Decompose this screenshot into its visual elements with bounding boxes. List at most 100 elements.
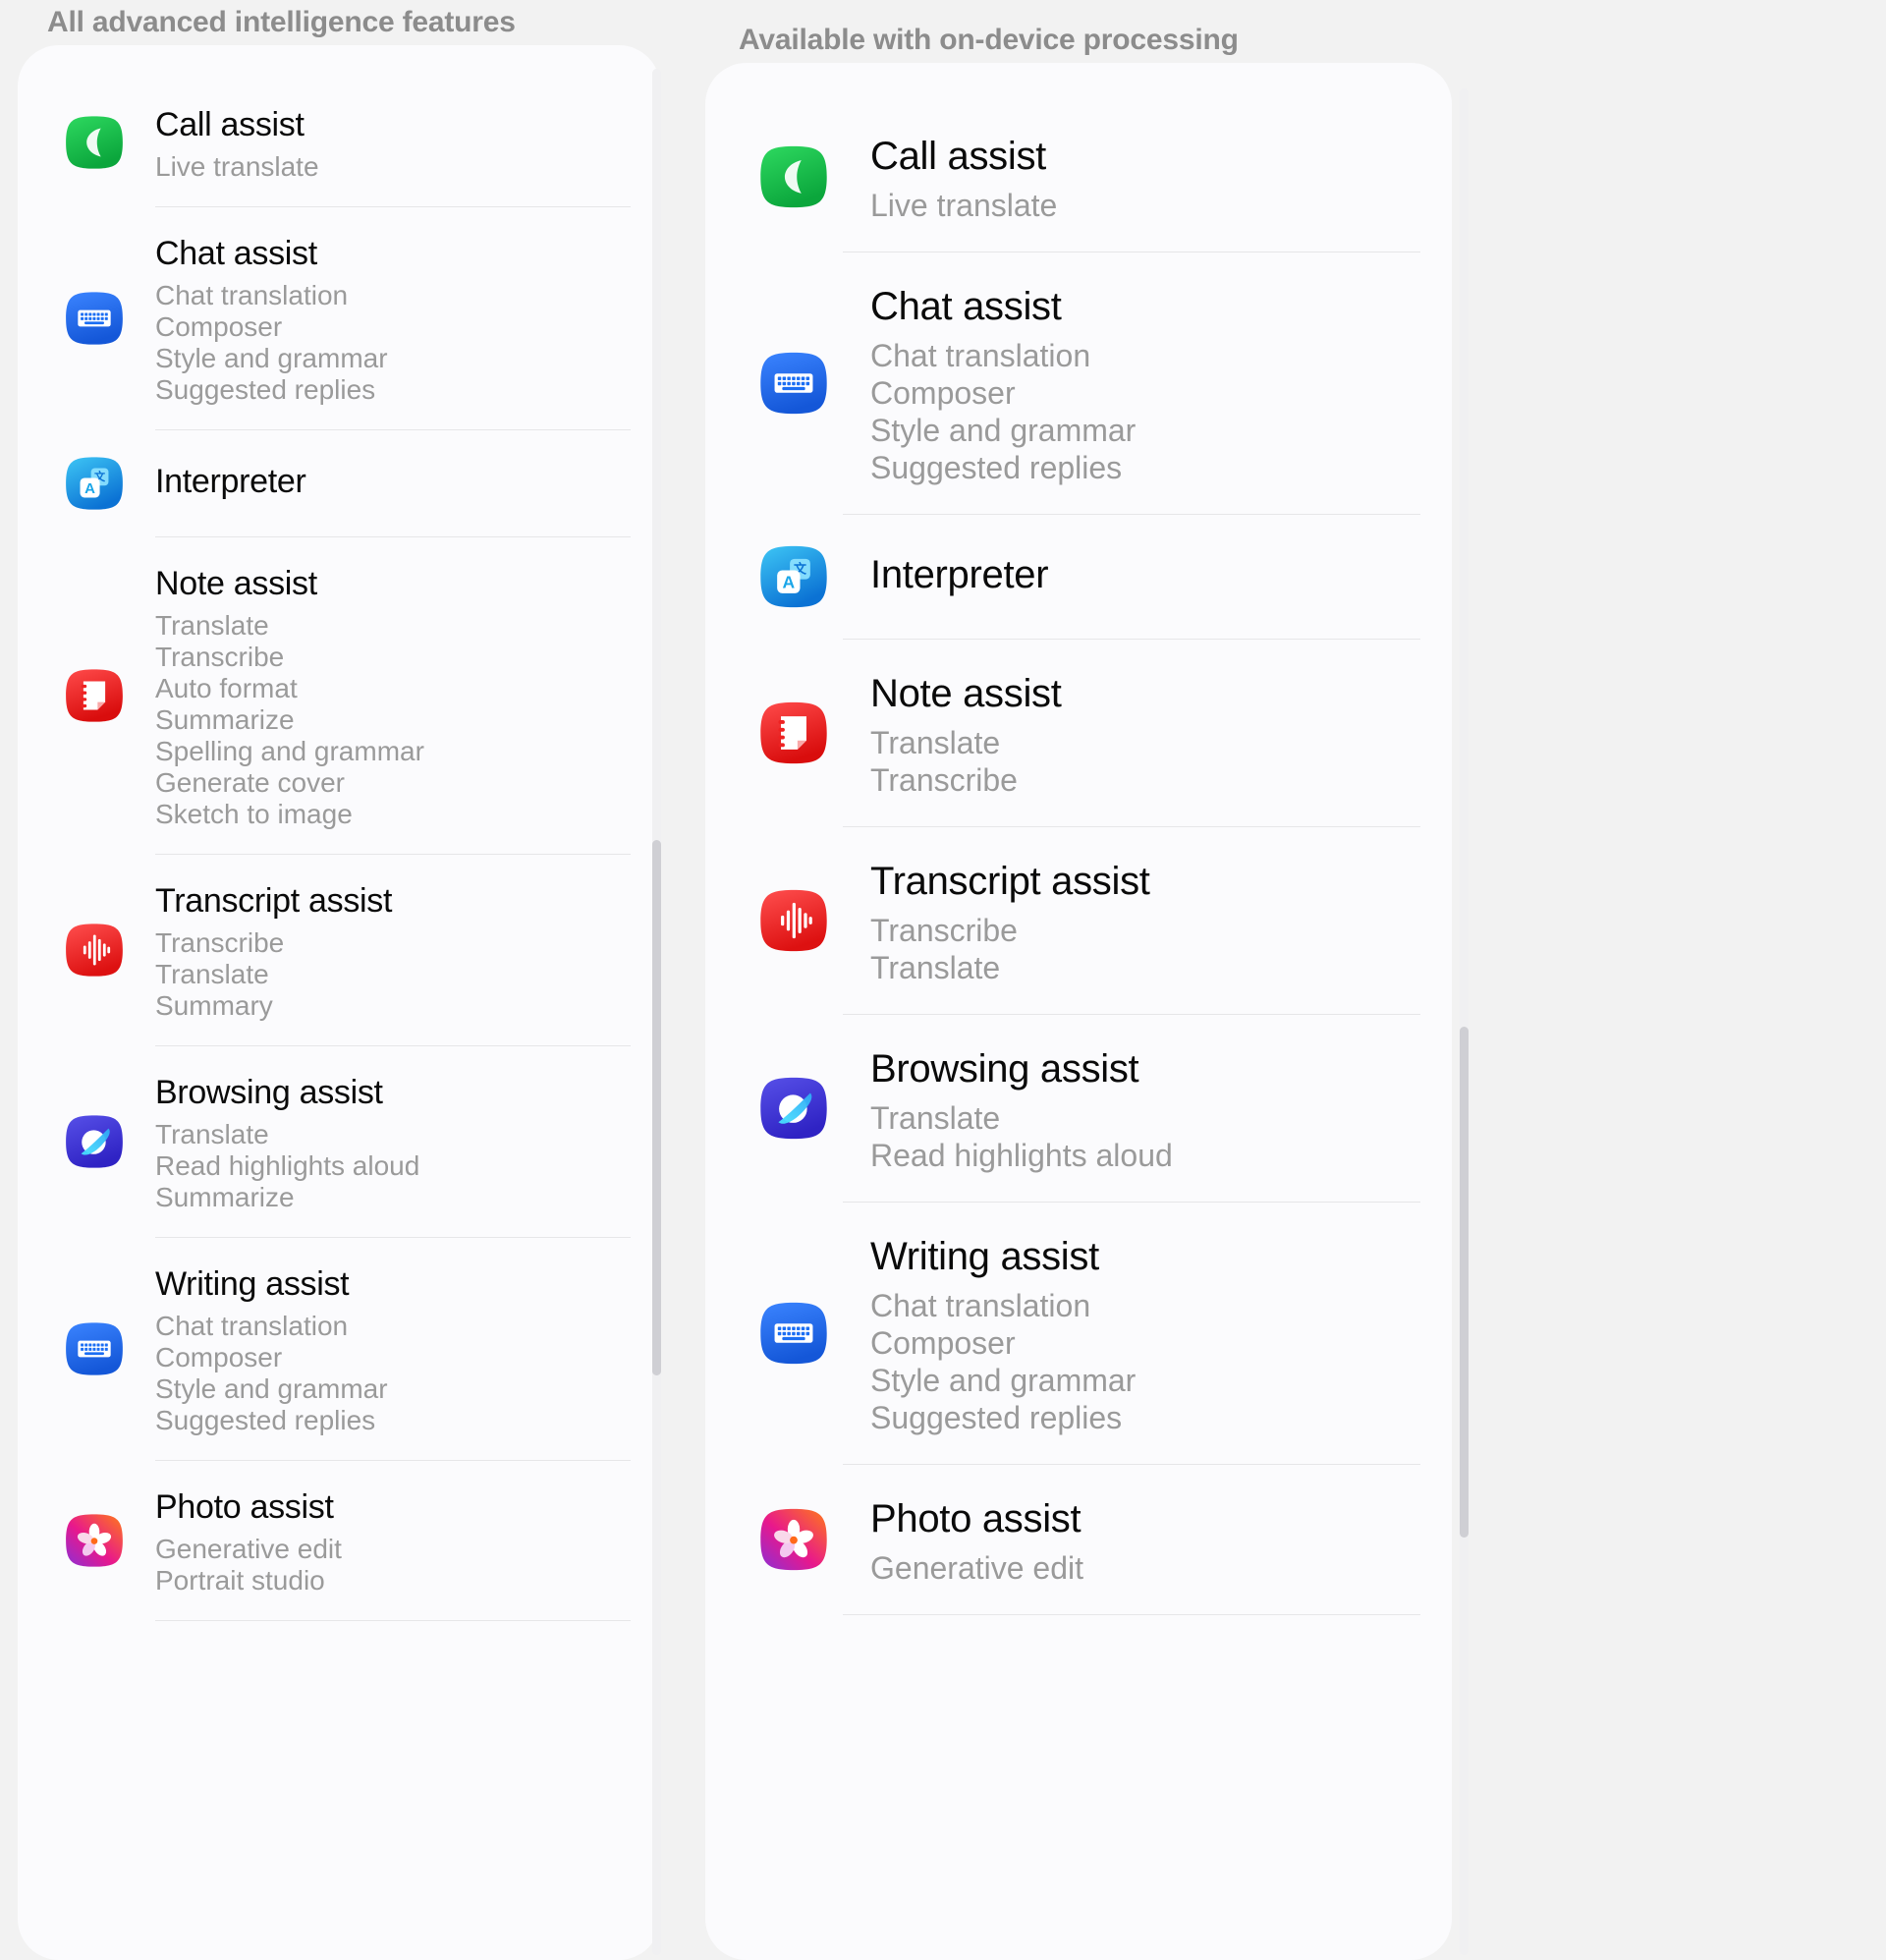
keyboard-icon (65, 1319, 124, 1378)
feature-row[interactable]: Writing assist Chat translation Composer St… (705, 1203, 1452, 1464)
feature-subitem: Summarize (155, 704, 295, 735)
feature-row[interactable]: Photo assist Generative edit (705, 1465, 1452, 1614)
feature-subitem: Translate (870, 1100, 1001, 1136)
feature-row[interactable]: Note assist Translate Transcribe Auto forma… (18, 537, 660, 854)
feature-title: Call assist (155, 106, 305, 143)
feature-row[interactable]: Chat assist Chat translation Composer Style… (705, 252, 1452, 514)
feature-subitem: Translate (155, 959, 269, 989)
feature-icon-cell (51, 1511, 138, 1570)
feature-title: Photo assist (870, 1497, 1082, 1540)
feature-subitem: Style and grammar (870, 413, 1137, 448)
left-column-header: All advanced intelligence features (47, 6, 516, 38)
feature-subitem: Composer (155, 311, 283, 342)
feature-icon-cell (745, 349, 843, 418)
feature-title: Call assist (870, 135, 1046, 178)
feature-title: Transcript assist (155, 882, 393, 920)
feature-row[interactable]: 文 A Interpreter (705, 515, 1452, 639)
feature-subitem: Translate (870, 725, 1001, 760)
feature-subitem: Transcribe (155, 927, 285, 958)
feature-row[interactable]: Transcript assist Transcribe Translate (705, 827, 1452, 1014)
feature-subitem: Transcribe (155, 642, 285, 672)
feature-divider (843, 1614, 1420, 1615)
feature-row[interactable]: Call assist Live translate (18, 79, 660, 206)
feature-subitem: Style and grammar (870, 1363, 1137, 1398)
on-device-features-list: Call assist Live translate Chat assist Chat… (705, 63, 1452, 1615)
feature-text-cell: Interpreter (843, 548, 1452, 605)
feature-text-cell: Note assist Translate Transcribe (843, 667, 1452, 799)
feature-subitem: Translate (870, 950, 1001, 985)
feature-row[interactable]: Writing assist Chat translation Composer St… (18, 1238, 660, 1460)
feature-subitem: Portrait studio (155, 1565, 325, 1596)
list-top-padding (705, 63, 1452, 102)
feature-row[interactable]: Call assist Live translate (705, 102, 1452, 252)
feature-icon-cell: 文A (51, 454, 138, 513)
right-scrollbar-thumb[interactable] (1460, 1027, 1469, 1538)
feature-text-cell: Call assist Live translate (843, 130, 1452, 224)
feature-subitem: Chat translation (870, 1288, 1091, 1323)
feature-icon-cell (745, 142, 843, 211)
feature-icon-cell (745, 1299, 843, 1368)
feature-subitem: Transcribe (870, 913, 1018, 948)
left-scrollbar-thumb[interactable] (652, 840, 661, 1375)
feature-subitem: Suggested replies (155, 1405, 376, 1435)
svg-text:A: A (782, 573, 795, 592)
feature-text-cell: Writing assist Chat translation Composer St… (843, 1230, 1452, 1436)
on-device-features-card: Call assist Live translate Chat assist Chat… (705, 63, 1452, 1960)
notes-icon (65, 666, 124, 725)
feature-icon-cell (51, 921, 138, 980)
feature-title: Writing assist (155, 1265, 350, 1303)
feature-subitem: Summarize (155, 1182, 295, 1212)
feature-subitem: Generative edit (155, 1534, 342, 1564)
feature-text-cell: Writing assist Chat translation Composer St… (138, 1261, 660, 1436)
feature-subitem: Generative edit (870, 1550, 1084, 1586)
feature-subitem: Composer (870, 375, 1016, 411)
feature-row[interactable]: Photo assist Generative edit Portrait stud… (18, 1461, 660, 1620)
feature-icon-cell (51, 113, 138, 172)
feature-text-cell: Transcript assist Transcribe Translate Summ… (138, 878, 660, 1022)
feature-row[interactable]: 文 A Interpreter (18, 430, 660, 536)
feature-subitem: Translate (155, 610, 269, 641)
feature-divider (155, 1620, 631, 1621)
feature-subitem: Suggested replies (870, 1400, 1123, 1435)
feature-icon-cell (51, 1319, 138, 1378)
feature-subitem: Style and grammar (155, 1373, 388, 1404)
feature-text-cell: Transcript assist Transcribe Translate (843, 855, 1452, 986)
right-scrollbar-track[interactable] (1460, 88, 1469, 1955)
feature-title: Interpreter (870, 553, 1049, 596)
interpreter-icon: 文A (65, 454, 124, 513)
waveform-icon (65, 921, 124, 980)
keyboard-icon (759, 1299, 828, 1368)
feature-subitem: Generate cover (155, 767, 345, 798)
feature-title: Chat assist (155, 235, 317, 272)
feature-title: Note assist (870, 672, 1062, 715)
feature-subitem: Chat translation (870, 338, 1091, 373)
feature-subitem: Composer (155, 1342, 283, 1372)
feature-subitem: Style and grammar (155, 343, 388, 373)
feature-row[interactable]: Browsing assist Translate Read highlights … (18, 1046, 660, 1237)
right-column-header: Available with on-device processing (739, 24, 1239, 56)
feature-subitem: Suggested replies (870, 450, 1123, 485)
feature-subitem: Composer (870, 1325, 1016, 1361)
feature-row[interactable]: Browsing assist Translate Read highlights … (705, 1015, 1452, 1202)
feature-title: Browsing assist (155, 1074, 383, 1111)
feature-subitem: Spelling and grammar (155, 736, 424, 766)
list-top-padding (18, 45, 660, 79)
feature-subitem: Chat translation (155, 280, 349, 310)
feature-row[interactable]: Transcript assist Transcribe Translate Summ… (18, 855, 660, 1045)
feature-icon-cell: 文A (745, 542, 843, 611)
feature-text-cell: Photo assist Generative edit (843, 1492, 1452, 1587)
feature-icon-cell (745, 1505, 843, 1574)
feature-subitem: Summary (155, 990, 273, 1021)
feature-title: Interpreter (155, 463, 306, 500)
feature-row[interactable]: Chat assist Chat translation Composer Style… (18, 207, 660, 429)
phone-icon (65, 113, 124, 172)
feature-text-cell: Note assist Translate Transcribe Auto forma… (138, 561, 660, 830)
feature-row[interactable]: Note assist Translate Transcribe (705, 640, 1452, 826)
all-features-list: Call assist Live translate Chat assist Chat… (18, 45, 660, 1621)
feature-title: Note assist (155, 565, 317, 602)
feature-icon-cell (745, 1074, 843, 1143)
interpreter-icon: 文A (759, 542, 828, 611)
feature-text-cell: Photo assist Generative edit Portrait stud… (138, 1484, 660, 1596)
notes-icon (759, 699, 828, 767)
feature-subitem: Read highlights aloud (870, 1138, 1173, 1173)
